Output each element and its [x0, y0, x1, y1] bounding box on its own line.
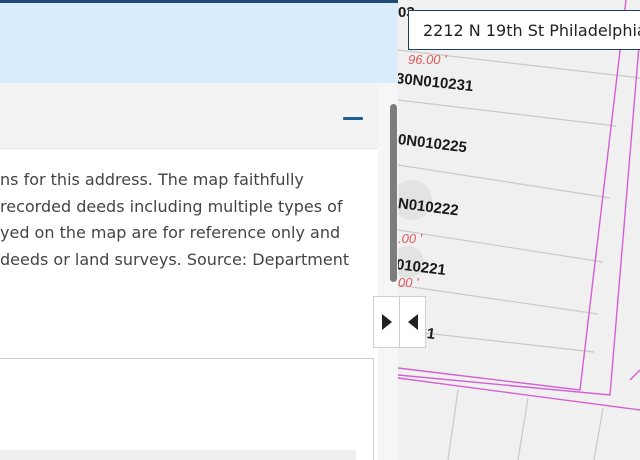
description-line: yed on the map are for reference only an… — [0, 223, 341, 242]
description-line: deeds or land surveys. Source: Departmen… — [0, 249, 350, 269]
parcel-map-canvas — [398, 0, 640, 460]
triangle-left-icon — [407, 314, 418, 330]
description-line: ns for this address. The map faithfully — [0, 170, 304, 189]
deed-description: ns for this address. The map faithfully … — [0, 167, 370, 273]
address-search-box[interactable] — [408, 10, 640, 50]
scrollbar-thumb[interactable] — [390, 104, 397, 282]
description-line: recorded deeds including multiple types … — [0, 196, 343, 216]
map-background — [398, 0, 640, 460]
panel-toggle-group — [373, 296, 426, 348]
header-band — [0, 3, 398, 83]
parcel-map[interactable]: 03 96.00 ' 30N010231 0N010225 N010222 .0… — [398, 0, 640, 460]
expand-panel-button[interactable] — [374, 297, 399, 347]
dimension-label: .00 ' — [398, 231, 423, 246]
minus-icon — [343, 116, 363, 120]
collapse-section-button[interactable] — [342, 112, 364, 124]
triangle-right-icon — [381, 314, 392, 330]
details-footer — [0, 450, 356, 460]
dimension-label: 00 ' — [398, 275, 419, 290]
address-search-input[interactable] — [423, 20, 640, 40]
details-box — [0, 358, 374, 460]
dimension-label: 96.00 ' — [408, 52, 447, 67]
collapse-panel-button[interactable] — [399, 297, 425, 347]
section-header[interactable] — [0, 83, 378, 149]
left-panel: ns for this address. The map faithfully … — [0, 0, 398, 460]
